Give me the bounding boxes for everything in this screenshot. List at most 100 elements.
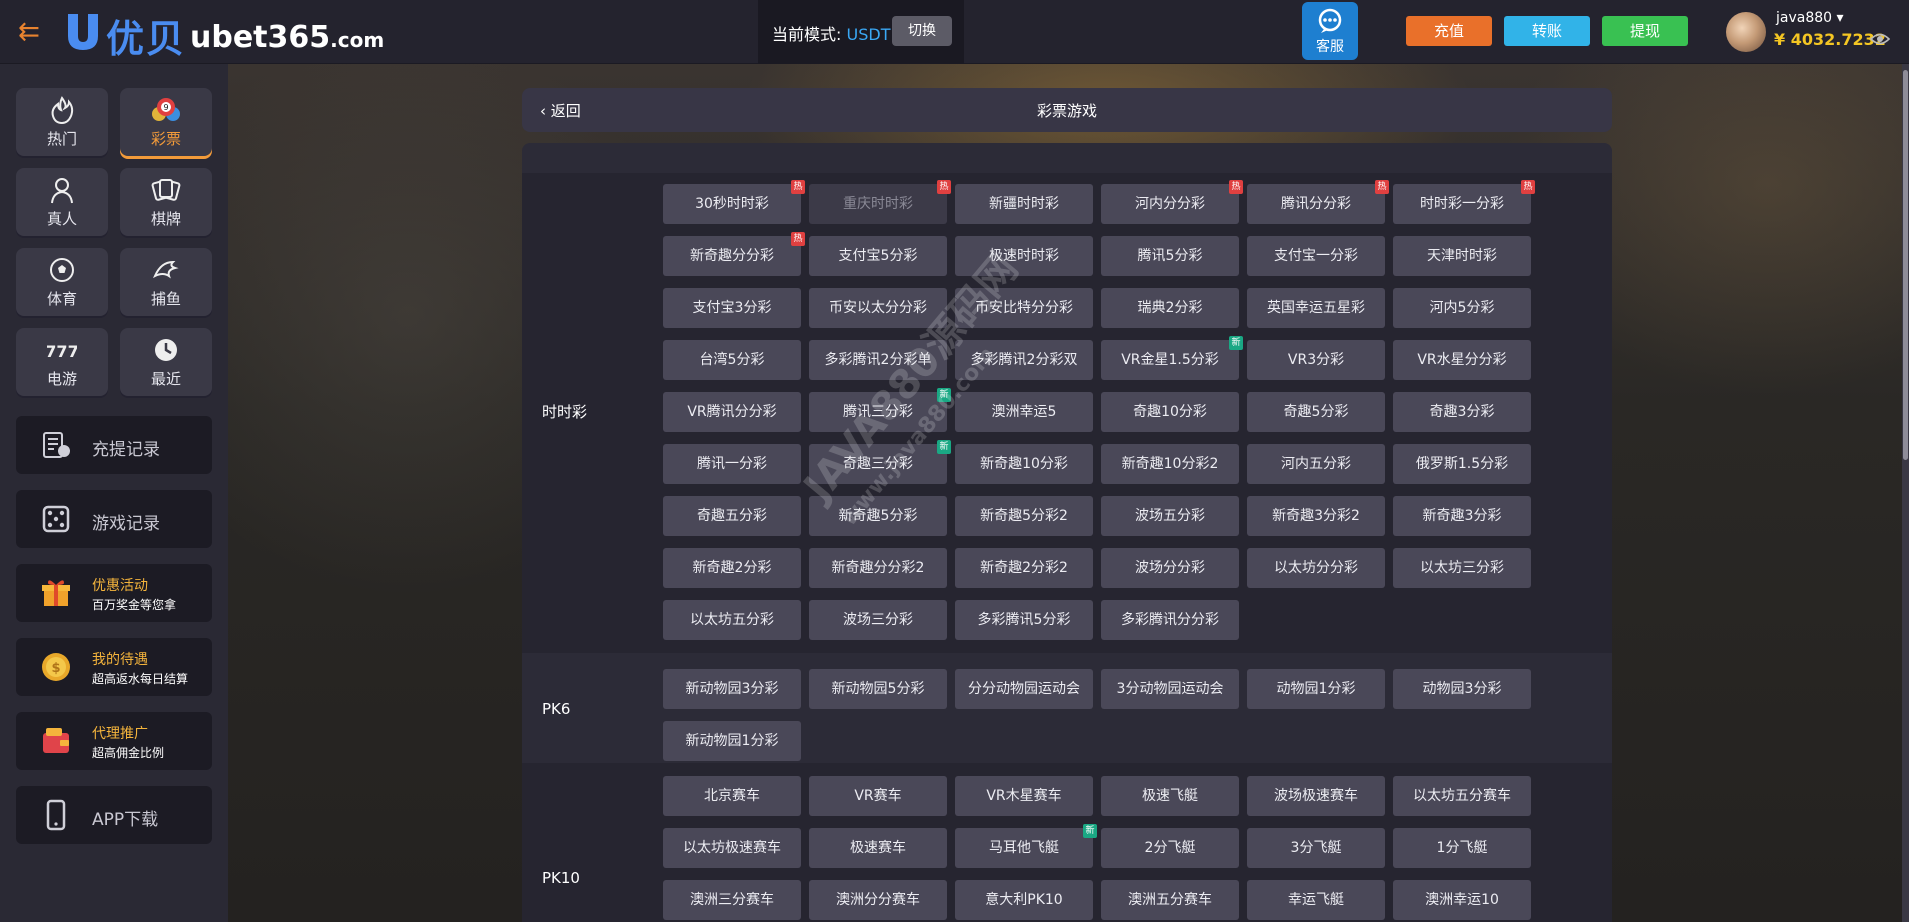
mode-switch-button[interactable]: 切换 xyxy=(892,16,952,46)
game-button[interactable]: 奇趣5分彩 xyxy=(1247,392,1385,432)
game-button[interactable]: 新奇趣3分彩 xyxy=(1393,496,1531,536)
game-button[interactable]: 河内五分彩 xyxy=(1247,444,1385,484)
sidebar-cat-lottery[interactable]: 9 彩票 xyxy=(120,88,212,156)
game-button[interactable]: 腾讯一分彩 xyxy=(663,444,801,484)
game-button[interactable]: 瑞典2分彩 xyxy=(1101,288,1239,328)
game-button[interactable]: 2分飞艇 xyxy=(1101,828,1239,868)
game-button[interactable]: 英国幸运五星彩 xyxy=(1247,288,1385,328)
sidebar-panel-agent[interactable]: 代理推广 超高佣金比例 xyxy=(16,712,212,770)
game-button[interactable]: 币安以太分分彩 xyxy=(809,288,947,328)
game-button[interactable]: 以太坊五分彩 xyxy=(663,600,801,640)
game-button[interactable]: 澳洲三分赛车 xyxy=(663,880,801,920)
game-button[interactable]: 极速飞艇 xyxy=(1101,776,1239,816)
sidebar-cat-fishing[interactable]: 捕鱼 xyxy=(120,248,212,316)
game-button[interactable]: 以太坊极速赛车 xyxy=(663,828,801,868)
game-button[interactable]: 分分动物园运动会 xyxy=(955,669,1093,709)
sidebar-panel-benefits[interactable]: $ 我的待遇 超高返水每日结算 xyxy=(16,638,212,696)
game-button[interactable]: 奇趣三分彩 xyxy=(809,444,947,484)
game-button[interactable]: 波场极速赛车 xyxy=(1247,776,1385,816)
game-button[interactable]: 新动物园5分彩 xyxy=(809,669,947,709)
game-button[interactable]: VR金星1.5分彩 xyxy=(1101,340,1239,380)
customer-service-button[interactable]: 客服 xyxy=(1302,2,1358,60)
game-button[interactable]: 重庆时时彩 xyxy=(809,184,947,224)
game-button[interactable]: 波场分分彩 xyxy=(1101,548,1239,588)
game-button[interactable]: 以太坊分分彩 xyxy=(1247,548,1385,588)
game-button[interactable]: 奇趣10分彩 xyxy=(1101,392,1239,432)
game-button[interactable]: 奇趣3分彩 xyxy=(1393,392,1531,432)
game-button[interactable]: 3分动物园运动会 xyxy=(1101,669,1239,709)
game-button[interactable]: 意大利PK10 xyxy=(955,880,1093,920)
recharge-button[interactable]: 充值 xyxy=(1406,16,1492,46)
sidebar-cat-hot[interactable]: 热门 xyxy=(16,88,108,156)
sidebar-cat-sports[interactable]: 体育 xyxy=(16,248,108,316)
game-button[interactable]: 支付宝一分彩 xyxy=(1247,236,1385,276)
game-button[interactable]: 台湾5分彩 xyxy=(663,340,801,380)
game-button[interactable]: 河内5分彩 xyxy=(1393,288,1531,328)
game-button[interactable]: 奇趣五分彩 xyxy=(663,496,801,536)
game-button[interactable]: 天津时时彩 xyxy=(1393,236,1531,276)
username-dropdown[interactable]: java880 ▾ xyxy=(1776,10,1844,26)
game-button[interactable]: 马耳他飞艇 xyxy=(955,828,1093,868)
game-button[interactable]: 多彩腾讯2分彩双 xyxy=(955,340,1093,380)
game-button[interactable]: 腾讯分分彩 xyxy=(1247,184,1385,224)
game-button[interactable]: 腾讯三分彩 xyxy=(809,392,947,432)
game-button[interactable]: 新动物园1分彩 xyxy=(663,721,801,761)
avatar[interactable] xyxy=(1726,12,1766,52)
game-button[interactable]: 澳洲幸运10 xyxy=(1393,880,1531,920)
sidebar-cat-recent[interactable]: 最近 xyxy=(120,328,212,396)
game-button[interactable]: 北京赛车 xyxy=(663,776,801,816)
game-button[interactable]: 新奇趣5分彩 xyxy=(809,496,947,536)
sidebar-panel-deposit-records[interactable]: 充提记录 xyxy=(16,416,212,474)
game-button[interactable]: 腾讯5分彩 xyxy=(1101,236,1239,276)
game-button[interactable]: 新奇趣分分彩2 xyxy=(809,548,947,588)
game-button[interactable]: 时时彩一分彩 xyxy=(1393,184,1531,224)
game-button[interactable]: 1分飞艇 xyxy=(1393,828,1531,868)
game-button[interactable]: VR水星分分彩 xyxy=(1393,340,1531,380)
game-button[interactable]: 澳洲分分赛车 xyxy=(809,880,947,920)
withdraw-button[interactable]: 提现 xyxy=(1602,16,1688,46)
game-button[interactable]: 多彩腾讯2分彩单 xyxy=(809,340,947,380)
game-button[interactable]: 极速时时彩 xyxy=(955,236,1093,276)
game-button[interactable]: 币安比特分分彩 xyxy=(955,288,1093,328)
eye-icon[interactable] xyxy=(1870,32,1890,46)
game-button[interactable]: 波场五分彩 xyxy=(1101,496,1239,536)
game-button[interactable]: 支付宝3分彩 xyxy=(663,288,801,328)
game-button[interactable]: VR赛车 xyxy=(809,776,947,816)
game-button[interactable]: 澳洲五分赛车 xyxy=(1101,880,1239,920)
transfer-button[interactable]: 转账 xyxy=(1504,16,1590,46)
game-button[interactable]: 新动物园3分彩 xyxy=(663,669,801,709)
game-button[interactable]: 新奇趣5分彩2 xyxy=(955,496,1093,536)
game-button[interactable]: 支付宝5分彩 xyxy=(809,236,947,276)
game-button[interactable]: 以太坊五分赛车 xyxy=(1393,776,1531,816)
game-button[interactable]: 新奇趣10分彩 xyxy=(955,444,1093,484)
sidebar-cat-live[interactable]: 真人 xyxy=(16,168,108,236)
sidebar-panel-game-records[interactable]: 游戏记录 xyxy=(16,490,212,548)
game-button[interactable]: 以太坊三分彩 xyxy=(1393,548,1531,588)
game-button[interactable]: 30秒时时彩 xyxy=(663,184,801,224)
game-button[interactable]: 新疆时时彩 xyxy=(955,184,1093,224)
sidebar-cat-slots[interactable]: 777 电游 xyxy=(16,328,108,396)
game-button[interactable]: VR木星赛车 xyxy=(955,776,1093,816)
collapse-menu-icon[interactable]: ⇇ xyxy=(18,18,46,46)
game-button[interactable]: 河内分分彩 xyxy=(1101,184,1239,224)
game-button[interactable]: 新奇趣2分彩 xyxy=(663,548,801,588)
game-button[interactable]: VR腾讯分分彩 xyxy=(663,392,801,432)
game-button[interactable]: 多彩腾讯5分彩 xyxy=(955,600,1093,640)
game-button[interactable]: VR3分彩 xyxy=(1247,340,1385,380)
sidebar-cat-cards[interactable]: 棋牌 xyxy=(120,168,212,236)
game-button[interactable]: 多彩腾讯分分彩 xyxy=(1101,600,1239,640)
game-button[interactable]: 极速赛车 xyxy=(809,828,947,868)
sidebar-panel-promotions[interactable]: 优惠活动 百万奖金等您拿 xyxy=(16,564,212,622)
game-button[interactable]: 波场三分彩 xyxy=(809,600,947,640)
game-button[interactable]: 新奇趣分分彩 xyxy=(663,236,801,276)
game-button[interactable]: 3分飞艇 xyxy=(1247,828,1385,868)
game-button[interactable]: 澳洲幸运5 xyxy=(955,392,1093,432)
game-button[interactable]: 新奇趣10分彩2 xyxy=(1101,444,1239,484)
game-button[interactable]: 俄罗斯1.5分彩 xyxy=(1393,444,1531,484)
sidebar-panel-app-download[interactable]: APP下载 xyxy=(16,786,212,844)
game-button[interactable]: 幸运飞艇 xyxy=(1247,880,1385,920)
game-button[interactable]: 新奇趣2分彩2 xyxy=(955,548,1093,588)
game-button[interactable]: 动物园3分彩 xyxy=(1393,669,1531,709)
game-button[interactable]: 新奇趣3分彩2 xyxy=(1247,496,1385,536)
game-button[interactable]: 动物园1分彩 xyxy=(1247,669,1385,709)
